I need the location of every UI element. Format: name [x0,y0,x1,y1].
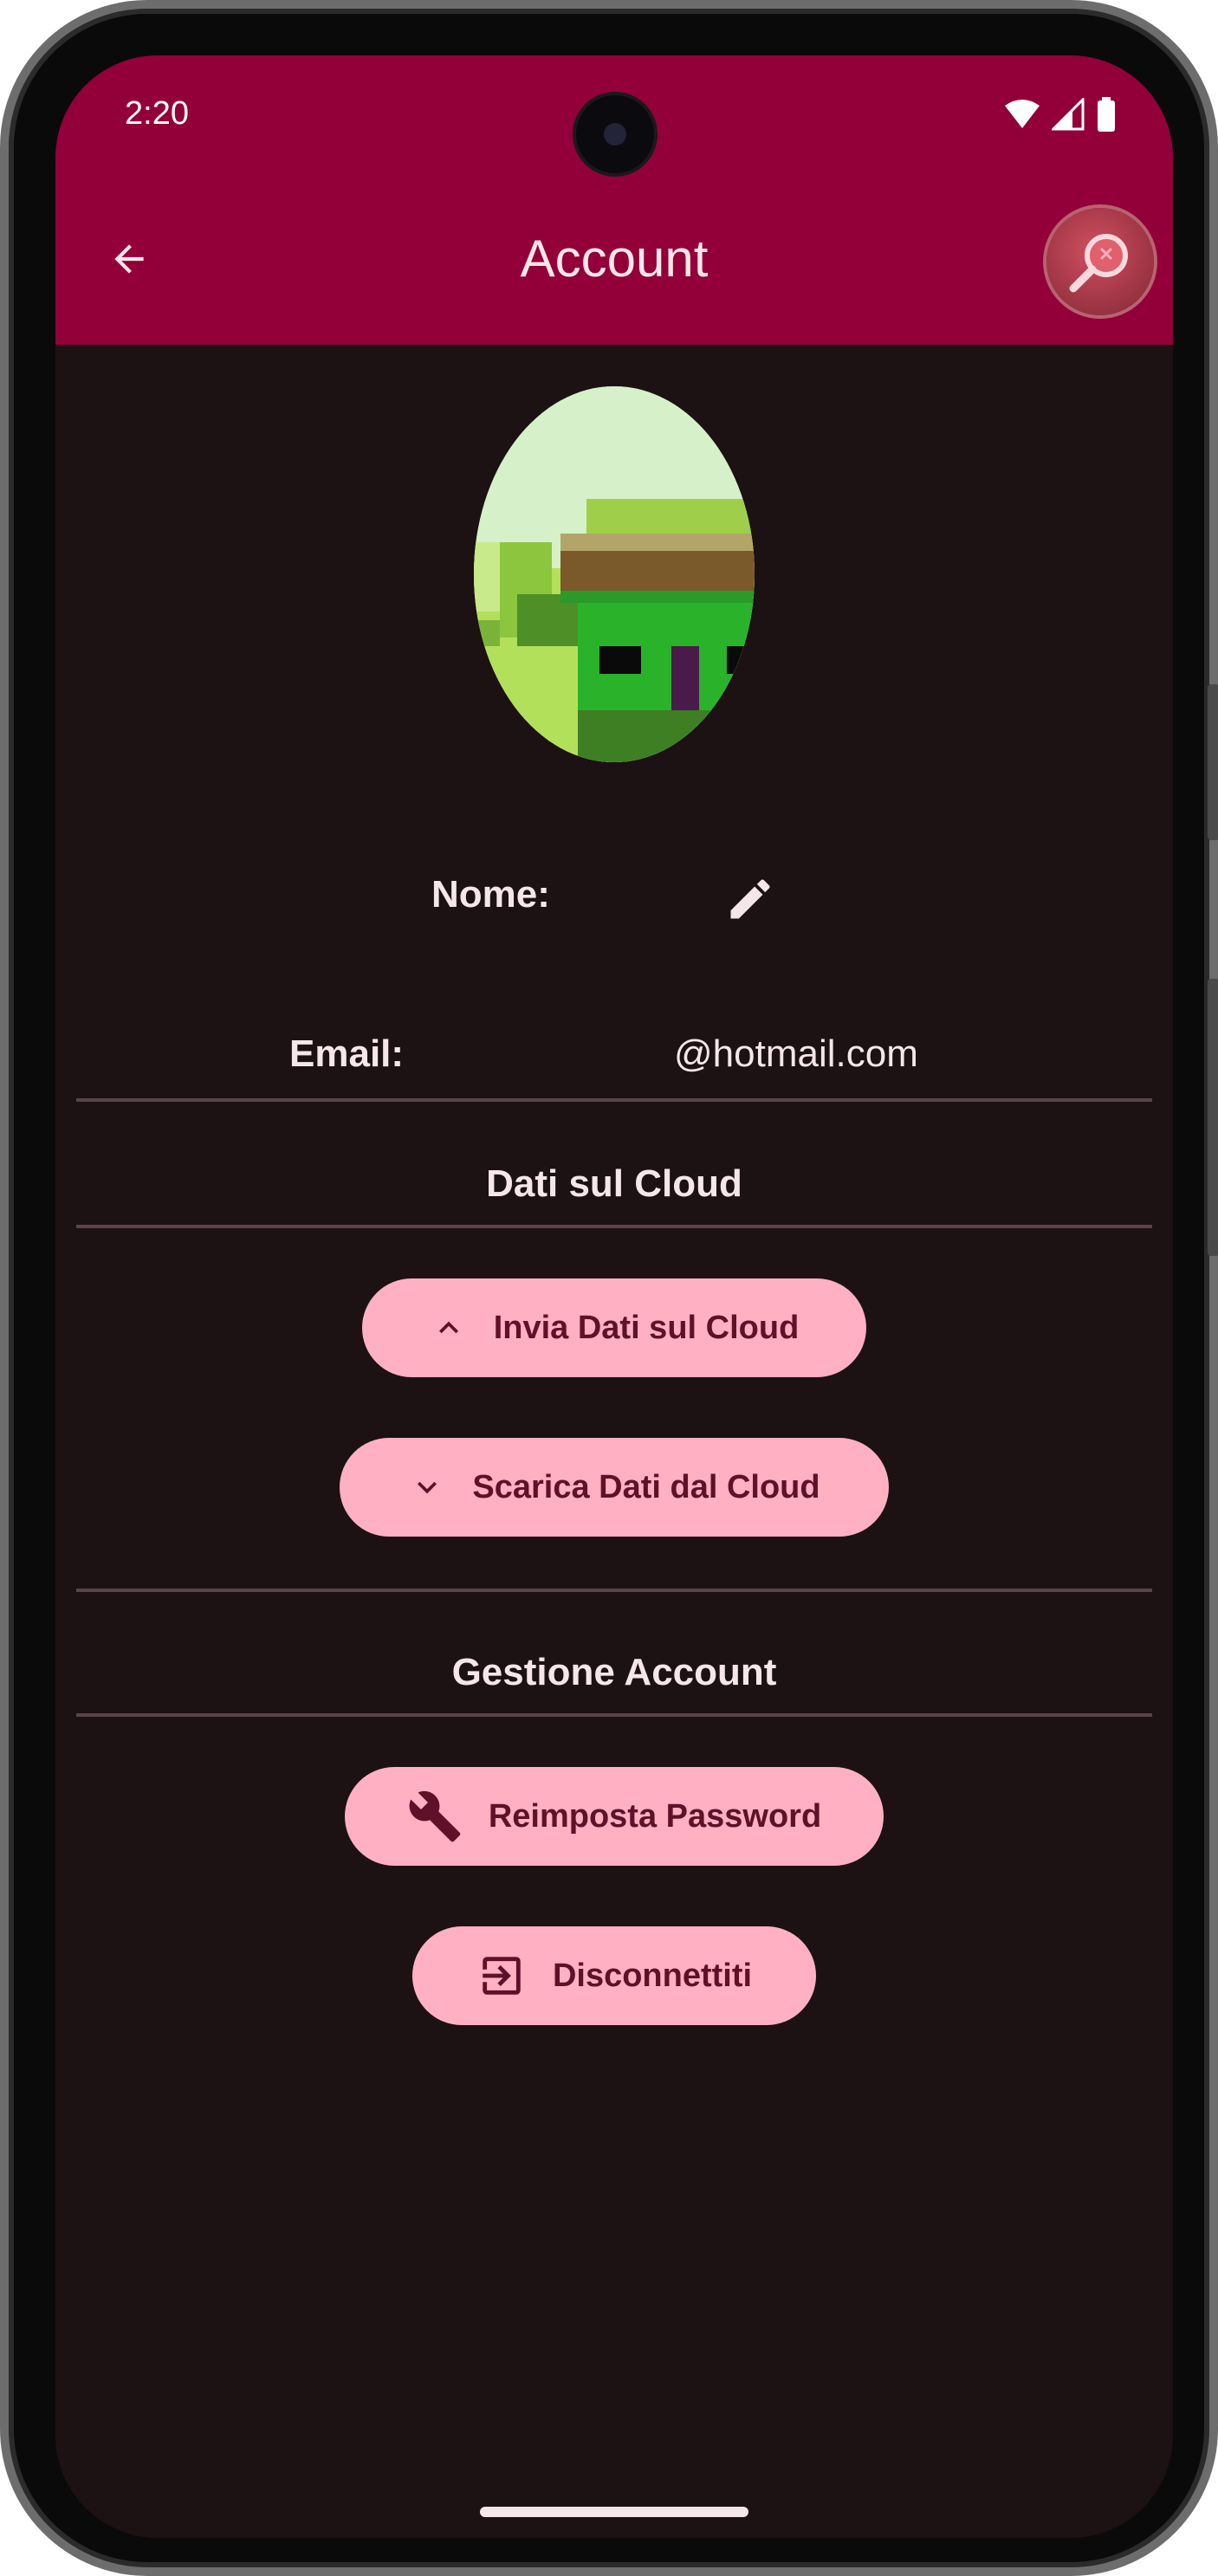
status-time: 2:20 [125,95,189,132]
upload-cloud-button[interactable]: Invia Dati sul Cloud [362,1278,866,1377]
wrench-icon [407,1789,463,1844]
chevron-up-icon [430,1309,468,1347]
section-title-cloud: Dati sul Cloud [486,1162,742,1205]
download-cloud-button[interactable]: Scarica Dati dal Cloud [340,1438,889,1537]
page-title: Account [520,230,709,288]
name-label: Nome: [431,873,550,916]
download-cloud-label: Scarica Dati dal Cloud [472,1468,820,1505]
pencil-edit-icon [730,879,770,919]
profile-avatar[interactable] [474,386,755,762]
volume-button [1208,684,1218,840]
home-indicator[interactable] [480,2507,748,2517]
reset-password-button[interactable]: Reimposta Password [345,1767,884,1866]
upload-cloud-label: Invia Dati sul Cloud [493,1309,800,1346]
phone-frame: 2:20 Account Nome: Email: @hotmail.com D… [0,0,1218,2576]
divider-top-cloud [76,1098,1152,1102]
divider-bottom-cloud [76,1225,1152,1228]
power-button [1208,979,1218,1256]
reset-password-label: Reimposta Password [488,1797,822,1835]
email-label: Email: [289,1032,405,1075]
logout-button[interactable]: Disconnettiti [412,1926,816,2025]
email-value: @hotmail.com [674,1032,918,1075]
battery-icon [1098,97,1115,132]
edit-name-button[interactable] [716,864,785,934]
pixel-house-avatar-image [474,386,755,762]
app-screen: 2:20 Account Nome: Email: @hotmail.com D… [55,55,1173,2538]
divider-bottom-account [76,1713,1152,1717]
logout-label: Disconnettiti [552,1957,753,1994]
logout-icon [476,1951,527,2001]
search-button[interactable] [1046,208,1154,315]
chevron-down-icon [408,1468,446,1506]
divider-top-account [76,1589,1152,1592]
cellular-signal-icon [1052,98,1085,131]
search-magnifier-icon [1069,234,1128,293]
section-title-account: Gestione Account [451,1651,777,1693]
front-camera [576,95,654,173]
wifi-icon [1005,100,1040,128]
status-icons [1005,97,1116,132]
app-bar: 2:20 Account [55,55,1173,345]
